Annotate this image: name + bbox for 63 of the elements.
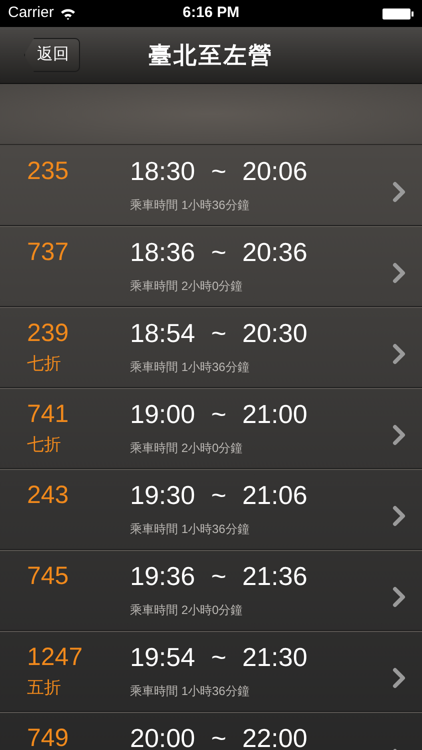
time-separator: ~ [211,560,226,592]
time-separator: ~ [211,479,226,511]
discount-label: 七折 [27,353,62,375]
trip-row[interactable]: 741 七折 19:00 ~ 21:00 乘車時間 2小時0分鐘 [0,388,422,469]
travel-duration: 乘車時間 1小時36分鐘 [130,521,250,537]
arrival-time: 21:00 [242,398,308,430]
train-number: 235 [27,156,70,187]
departure-time: 18:54 [130,317,196,349]
trip-row[interactable]: 745 19:36 ~ 21:36 乘車時間 2小時0分鐘 [0,550,422,631]
discount-label: 五折 [27,677,62,699]
trip-row[interactable]: 749 20:00 ~ 22:00 [0,712,422,750]
time-separator: ~ [211,236,226,268]
arrival-time: 20:06 [242,155,308,187]
departure-time: 19:36 [130,560,196,592]
trip-row[interactable]: 235 18:30 ~ 20:06 乘車時間 1小時36分鐘 [0,145,422,226]
time-separator: ~ [211,155,226,187]
arrival-time: 22:00 [242,722,308,750]
arrival-time: 20:30 [242,317,308,349]
arrival-time: 21:30 [242,641,308,673]
travel-duration: 乘車時間 2小時0分鐘 [130,440,244,456]
chevron-right-icon [392,343,406,365]
train-number: 741 [27,399,70,430]
trip-row[interactable]: 243 19:30 ~ 21:06 乘車時間 1小時36分鐘 [0,469,422,550]
wifi-icon [60,8,76,20]
train-number: 749 [27,723,70,750]
train-number: 1247 [27,642,84,673]
departure-time: 19:54 [130,641,196,673]
train-number: 239 [27,318,70,349]
train-number: 737 [27,237,70,268]
clock: 6:16 PM [182,3,240,24]
arrival-time: 21:06 [242,479,308,511]
chevron-right-icon [392,262,406,284]
departure-time: 20:00 [130,722,196,750]
train-number: 243 [27,480,70,511]
time-separator: ~ [211,317,226,349]
departure-time: 19:00 [130,398,196,430]
departure-time: 18:30 [130,155,196,187]
chevron-right-icon [392,586,406,608]
travel-duration: 乘車時間 2小時0分鐘 [130,278,244,294]
travel-duration: 乘車時間 1小時36分鐘 [130,683,250,699]
chevron-right-icon [392,424,406,446]
travel-duration: 乘車時間 1小時36分鐘 [130,197,250,213]
trip-row[interactable]: 737 18:36 ~ 20:36 乘車時間 2小時0分鐘 [0,226,422,307]
travel-duration: 乘車時間 2小時0分鐘 [130,602,244,618]
time-separator: ~ [211,641,226,673]
arrival-time: 20:36 [242,236,308,268]
chevron-right-icon [392,181,406,203]
trip-row[interactable]: 239 七折 18:54 ~ 20:30 乘車時間 1小時36分鐘 [0,307,422,388]
carrier-name: Carrier [8,3,54,24]
travel-duration: 乘車時間 1小時36分鐘 [130,359,250,375]
departure-time: 19:30 [130,479,196,511]
departure-time: 18:36 [130,236,196,268]
time-separator: ~ [211,722,226,750]
back-button[interactable]: 返回 [24,38,80,72]
arrival-time: 21:36 [242,560,308,592]
chevron-right-icon [392,667,406,689]
discount-label: 七折 [27,434,62,456]
time-separator: ~ [211,398,226,430]
battery-icon [382,8,414,20]
train-number: 745 [27,561,70,592]
chevron-right-icon [392,505,406,527]
trip-row[interactable]: 1247 五折 19:54 ~ 21:30 乘車時間 1小時36分鐘 [0,631,422,712]
page-title: 臺北至左營 [148,40,274,70]
